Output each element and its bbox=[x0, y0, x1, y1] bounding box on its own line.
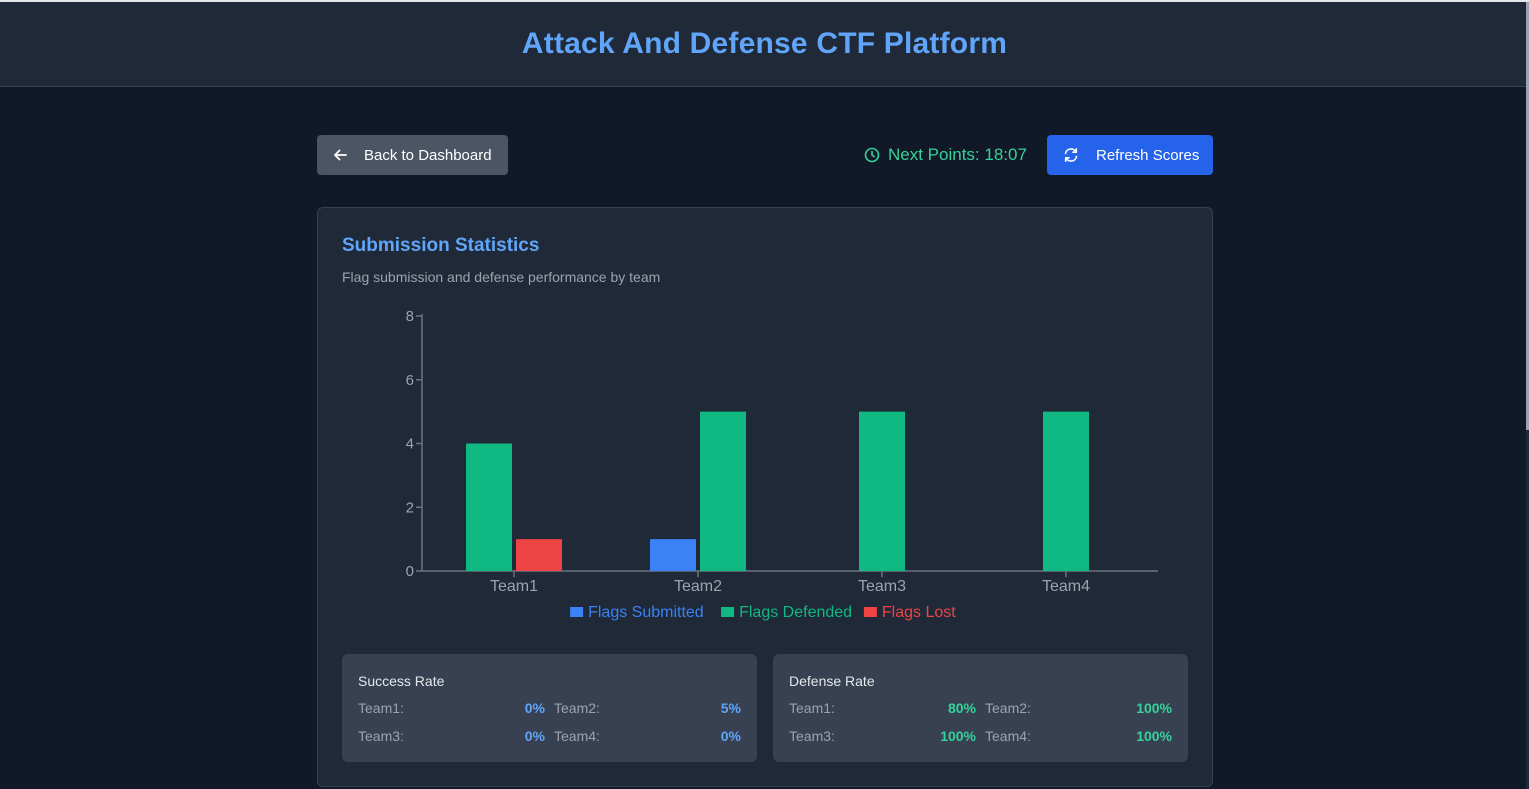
bar-flags-defended bbox=[466, 443, 512, 571]
app-header: Attack And Defense CTF Platform bbox=[0, 2, 1529, 87]
rate-value: 100% bbox=[940, 728, 976, 744]
defense-rate-row: Team1: 80% bbox=[789, 700, 976, 716]
rate-value: 80% bbox=[947, 700, 976, 716]
team-label: Team1: bbox=[358, 700, 404, 716]
legend-swatch bbox=[721, 607, 735, 617]
refresh-icon bbox=[1064, 148, 1078, 162]
rate-value: 0% bbox=[524, 700, 545, 716]
rate-value: 0% bbox=[524, 728, 545, 744]
arrow-left-icon bbox=[334, 149, 347, 161]
rate-value: 100% bbox=[1136, 728, 1172, 744]
success-rate-row: Team4: 0% bbox=[554, 728, 741, 744]
refresh-scores-button[interactable]: Refresh Scores bbox=[1047, 135, 1213, 175]
submission-statistics-card: Submission Statistics Flag submission an… bbox=[317, 207, 1213, 787]
y-tick-label: 6 bbox=[406, 372, 414, 389]
success-rate-panel: Success Rate Team1: 0% Team2: 5% Team3: … bbox=[342, 654, 757, 762]
x-tick-label: Team3 bbox=[858, 578, 906, 595]
team-label: Team2: bbox=[554, 700, 600, 716]
team-label: Team3: bbox=[358, 728, 404, 744]
bar-flags-defended bbox=[859, 411, 905, 571]
success-rate-title: Success Rate bbox=[358, 673, 445, 689]
defense-rate-panel: Defense Rate Team1: 80% Team2: 100% Team… bbox=[773, 654, 1188, 762]
success-rate-row: Team3: 0% bbox=[358, 728, 545, 744]
legend-swatch bbox=[863, 607, 877, 617]
defense-rate-row: Team4: 100% bbox=[985, 728, 1172, 744]
x-tick-label: Team4 bbox=[1042, 578, 1090, 595]
rate-value: 0% bbox=[720, 728, 741, 744]
bar-flags-submitted bbox=[650, 539, 696, 571]
x-tick-label: Team2 bbox=[674, 578, 722, 595]
clock-icon bbox=[864, 147, 880, 163]
bar-flags-defended bbox=[700, 411, 746, 571]
y-tick-label: 0 bbox=[406, 563, 414, 580]
page-title: Attack And Defense CTF Platform bbox=[521, 27, 1008, 60]
refresh-button-label: Refresh Scores bbox=[1096, 146, 1200, 164]
legend-label: Flags Submitted bbox=[588, 604, 704, 621]
legend-label: Flags Lost bbox=[882, 604, 956, 621]
next-points-text: Next Points: 18:07 bbox=[888, 145, 1027, 164]
rate-value: 100% bbox=[1136, 700, 1172, 716]
defense-rate-row: Team2: 100% bbox=[985, 700, 1172, 716]
team-label: Team3: bbox=[789, 728, 835, 744]
rate-value: 5% bbox=[720, 700, 741, 716]
success-rate-row: Team1: 0% bbox=[358, 700, 545, 716]
legend-swatch bbox=[570, 607, 584, 617]
defense-rate-title: Defense Rate bbox=[789, 673, 875, 689]
team-label: Team2: bbox=[985, 700, 1031, 716]
x-tick-label: Team1 bbox=[490, 578, 538, 595]
success-rate-row: Team2: 5% bbox=[554, 700, 741, 716]
bar-flags-defended bbox=[1043, 411, 1089, 571]
back-to-dashboard-button[interactable]: Back to Dashboard bbox=[317, 135, 508, 175]
defense-rate-row: Team3: 100% bbox=[789, 728, 976, 744]
submission-bar-chart: 0 2 4 6 8 Team1 Team2 Team3 Team4 Flags Submitted… bbox=[406, 308, 1158, 621]
back-button-label: Back to Dashboard bbox=[364, 146, 492, 164]
legend-label: Flags Defended bbox=[739, 604, 852, 621]
y-tick-label: 8 bbox=[406, 308, 414, 325]
y-tick-label: 2 bbox=[406, 499, 414, 516]
team-label: Team4: bbox=[554, 728, 600, 744]
team-label: Team4: bbox=[985, 728, 1031, 744]
next-points-timer: Next Points: 18:07 bbox=[864, 145, 1027, 165]
bar-flags-lost bbox=[516, 539, 562, 571]
team-label: Team1: bbox=[789, 700, 835, 716]
y-tick-label: 4 bbox=[406, 436, 414, 453]
